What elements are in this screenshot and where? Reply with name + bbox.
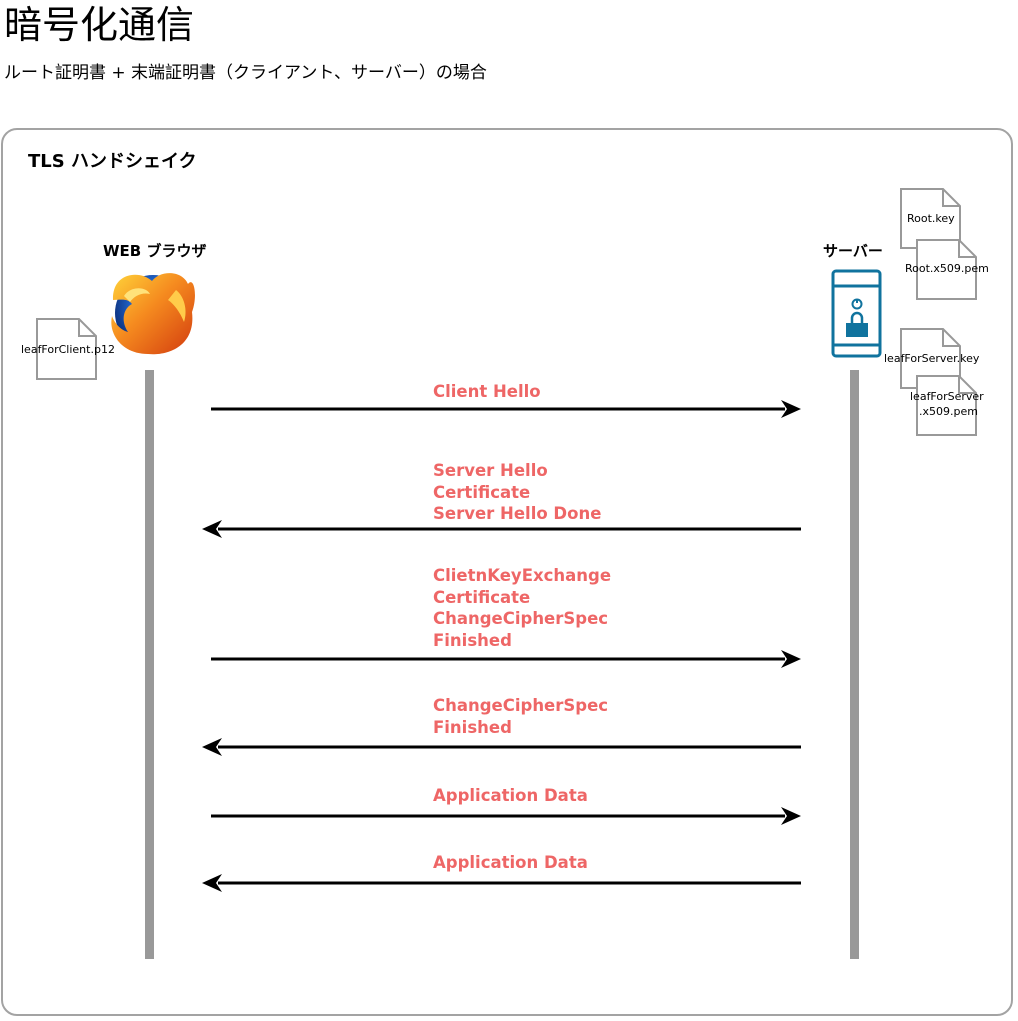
message-line: Certificate (433, 587, 531, 607)
client-actor-label: WEB ブラウザ (103, 242, 207, 260)
message-label-1: Client Hello (433, 381, 541, 403)
message-line: ChangeCipherSpec (433, 609, 609, 628)
leaf-key-file-label: leafForServer.key (884, 352, 980, 365)
message-line: ClietnKeyExchange (433, 566, 612, 585)
message-line: Client Hello (433, 382, 541, 401)
message-line: Application Data (433, 786, 588, 805)
leaf-cert-file-label-line2: .x509.pem (919, 405, 978, 418)
leaf-cert-file-label-line1: leafForServer (910, 390, 984, 403)
secure-server-icon (831, 269, 882, 358)
message-label-4: ChangeCipherSpec Finished (433, 695, 608, 738)
root-cert-file-label: Root.x509.pem (905, 262, 989, 275)
client-lifeline (145, 370, 154, 959)
message-line: Application Data (433, 853, 588, 872)
message-line: Server Hello Done (433, 504, 602, 523)
message-line: ChangeCipherSpec (433, 696, 609, 715)
message-label-2: Server Hello Certificate Server Hello Done (433, 460, 601, 525)
root-key-file-label: Root.key (907, 212, 955, 225)
message-line: Server Hello (433, 461, 548, 480)
client-p12-file-label: leafForClient.p12 (21, 343, 115, 356)
message-line: Certificate (433, 482, 531, 502)
message-line: Finished (433, 717, 512, 737)
firefox-browser-icon (111, 273, 195, 355)
server-lifeline (850, 370, 859, 959)
message-line: Finished (433, 630, 512, 650)
message-label-3: ClietnKeyExchange Certificate ChangeCipher… (433, 565, 611, 651)
message-label-5: Application Data (433, 785, 588, 807)
message-label-6: Application Data (433, 852, 588, 874)
server-actor-label: サーバー (823, 242, 883, 260)
